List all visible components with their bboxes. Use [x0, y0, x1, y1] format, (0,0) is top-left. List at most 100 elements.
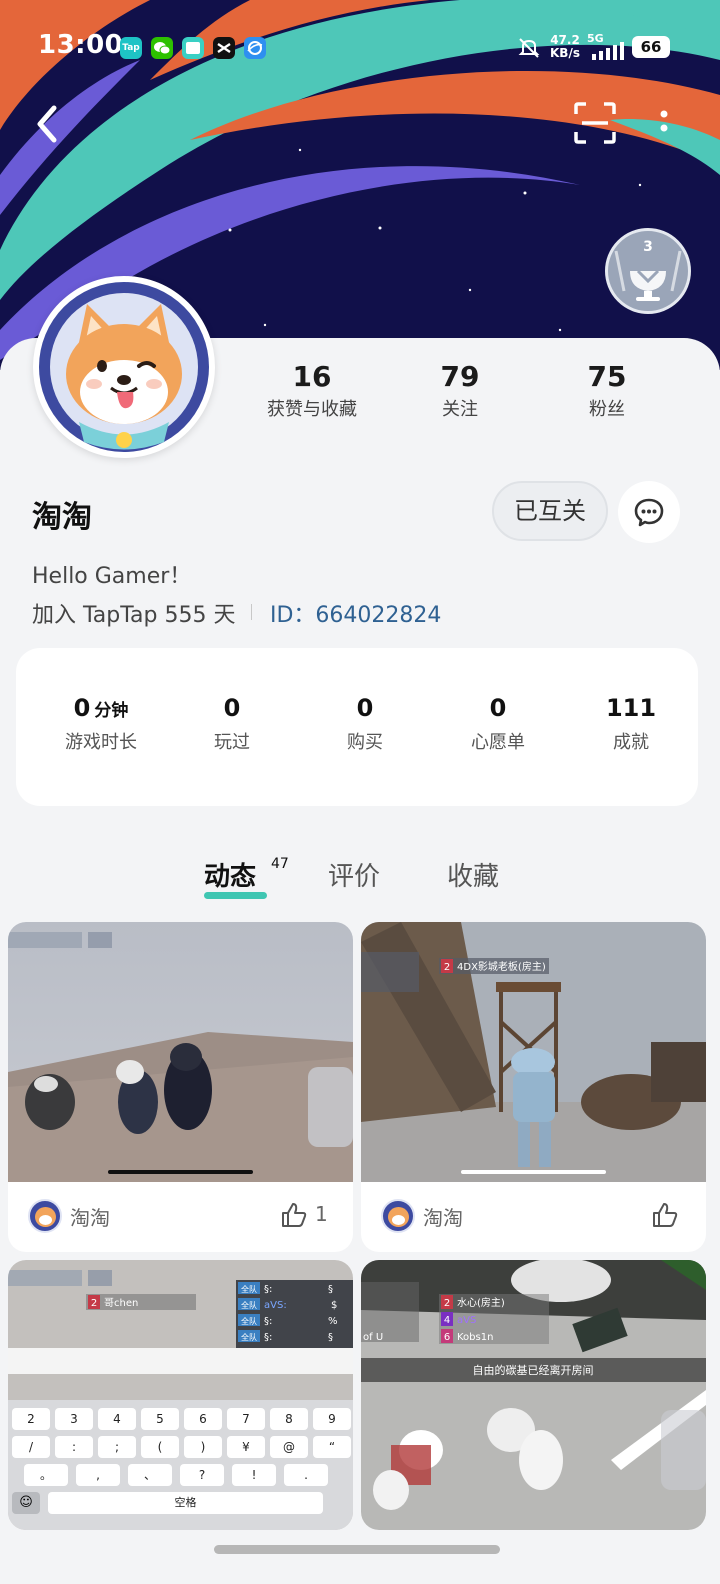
team-label: 全队: [241, 1300, 257, 1310]
keyboard-key[interactable]: 6: [184, 1408, 222, 1430]
achievement-badge[interactable]: 3: [605, 228, 691, 314]
team-label: 全队: [241, 1332, 257, 1342]
team-row: §:: [264, 1316, 272, 1327]
purchased-label: 购买: [347, 732, 383, 753]
post-footer: 淘淘 1: [8, 1182, 353, 1252]
keyboard-key[interactable]: 、: [128, 1464, 172, 1486]
active-tab-indicator: [204, 892, 267, 899]
stat-purchased[interactable]: 0 购买: [300, 694, 430, 754]
scan-button[interactable]: [574, 102, 616, 148]
player-number: 2: [444, 962, 450, 973]
post-card[interactable]: 2 4DX影城老板(房主) 淘淘: [361, 922, 706, 1252]
author-avatar[interactable]: [381, 1199, 415, 1233]
keyboard-key[interactable]: /: [12, 1436, 50, 1458]
post-card[interactable]: 淘淘 1: [8, 922, 353, 1252]
achievements-value: 111: [605, 694, 657, 722]
keyboard-key[interactable]: 3: [55, 1408, 93, 1430]
keyboard-key[interactable]: ,: [76, 1464, 120, 1486]
net-speed-value: 47.2: [550, 33, 580, 47]
keyboard: 23456789 /:;() ¥ @ “ 。, 、?!. ☺ 空格: [8, 1406, 353, 1518]
keyboard-key[interactable]: ;: [98, 1436, 136, 1458]
post-thumbnail[interactable]: [8, 922, 353, 1182]
like-count: 1: [315, 1202, 328, 1226]
post-author[interactable]: 淘淘: [423, 1202, 463, 1231]
space-key[interactable]: 空格: [48, 1492, 323, 1514]
tab-moments-count: 47: [271, 856, 289, 872]
keyboard-key[interactable]: 2: [12, 1408, 50, 1430]
profile-bio: Hello Gamer！: [32, 564, 192, 589]
keyboard-key[interactable]: 4: [98, 1408, 136, 1430]
shiba-avatar-image: [39, 282, 209, 452]
stat-played[interactable]: 0 玩过: [167, 694, 297, 754]
keyboard-key[interactable]: .: [284, 1464, 328, 1486]
keyboard-key[interactable]: 9: [313, 1408, 351, 1430]
keyboard-key[interactable]: ¥: [227, 1436, 265, 1458]
stat-playtime[interactable]: 0 分钟 游戏时长: [36, 694, 166, 754]
more-vertical-icon: [660, 110, 668, 132]
tab-moments[interactable]: 动态: [204, 856, 256, 893]
keyboard-key[interactable]: ): [184, 1436, 222, 1458]
join-duration: 加入 TapTap 555 天: [32, 603, 236, 628]
team-value: %: [328, 1316, 338, 1327]
keyboard-key[interactable]: !: [232, 1464, 276, 1486]
stat-likes[interactable]: 16 获赞与收藏: [242, 360, 382, 421]
profile-page: 13:00 Tap 47.2 KB/s 5G 66 3 16 获赞与收藏 79 …: [0, 0, 720, 1584]
keyboard-key[interactable]: :: [55, 1436, 93, 1458]
like-button[interactable]: [280, 1201, 308, 1233]
stat-wishlist[interactable]: 0 心愿单: [433, 694, 563, 754]
tab-reviews[interactable]: 评价: [328, 856, 380, 893]
author-avatar[interactable]: [28, 1199, 62, 1233]
status-bar: 13:00 Tap 47.2 KB/s 5G 66: [0, 28, 720, 68]
player-number: 4: [444, 1315, 450, 1326]
like-button[interactable]: [651, 1201, 679, 1233]
game-screenshot-image: [8, 922, 353, 1182]
stat-likes-value: 16: [292, 360, 332, 393]
keyboard-key[interactable]: @: [270, 1436, 308, 1458]
battery-indicator: 66: [632, 36, 670, 58]
emoji-key[interactable]: ☺: [12, 1492, 40, 1514]
keyboard-key[interactable]: 7: [227, 1408, 265, 1430]
post-card[interactable]: of U 2 水心(房主) 4 aVS 6 Kobs1n 自由的碳基已经离开房间: [361, 1260, 706, 1530]
keyboard-key[interactable]: ?: [180, 1464, 224, 1486]
game-screenshot-image: 2 4DX影城老板(房主): [361, 922, 706, 1182]
keyboard-key[interactable]: (: [141, 1436, 179, 1458]
stat-followers[interactable]: 75 粉丝: [537, 360, 677, 421]
home-indicator[interactable]: [214, 1545, 500, 1554]
back-arrow-icon: [37, 105, 57, 143]
keyboard-key[interactable]: 8: [270, 1408, 308, 1430]
team-value: §: [328, 1284, 333, 1295]
user-id[interactable]: ID：664022824: [270, 597, 441, 629]
team-row: §:: [264, 1284, 272, 1295]
stat-followers-label: 粉丝: [589, 399, 625, 420]
wishlist-value: 0: [489, 694, 507, 722]
played-value: 0: [223, 694, 241, 722]
playtime-label: 游戏时长: [65, 732, 137, 753]
profile-name: 淘淘: [32, 500, 92, 535]
more-button[interactable]: [657, 108, 671, 142]
post-thumbnail[interactable]: of U 2 水心(房主) 4 aVS 6 Kobs1n 自由的碳基已经离开房间: [361, 1260, 706, 1530]
mutual-follow-button[interactable]: 已互关: [492, 481, 608, 541]
keyboard-key[interactable]: 。: [24, 1464, 68, 1486]
player-name: 4DX影城老板(房主): [457, 960, 546, 973]
team-label: 全队: [241, 1284, 257, 1294]
thumbs-up-icon: [653, 1203, 678, 1227]
back-button[interactable]: [32, 104, 62, 148]
capcut-icon: [213, 37, 235, 59]
stat-following[interactable]: 79 关注: [390, 360, 530, 421]
post-thumbnail[interactable]: 2 4DX影城老板(房主): [361, 922, 706, 1182]
keyboard-key[interactable]: “: [313, 1436, 351, 1458]
taptap-app-icon: Tap: [120, 37, 142, 59]
side-label: of U: [363, 1332, 383, 1343]
thumbs-up-icon: [282, 1203, 307, 1227]
post-card[interactable]: 2 哥chen 全队 §: § 全队 aVS: $ 全队 §: % 全队 §: …: [8, 1260, 353, 1530]
message-button[interactable]: [618, 481, 680, 543]
team-row: aVS:: [264, 1300, 287, 1311]
post-author[interactable]: 淘淘: [70, 1202, 110, 1231]
avatar[interactable]: [33, 276, 215, 458]
signal-icon: [592, 42, 626, 64]
keyboard-key[interactable]: 5: [141, 1408, 179, 1430]
post-thumbnail[interactable]: 2 哥chen 全队 §: § 全队 aVS: $ 全队 §: % 全队 §: …: [8, 1260, 353, 1530]
tab-favorites[interactable]: 收藏: [447, 856, 499, 893]
stat-achievements[interactable]: 111 成就: [566, 694, 696, 754]
player-number: 2: [91, 1298, 97, 1309]
